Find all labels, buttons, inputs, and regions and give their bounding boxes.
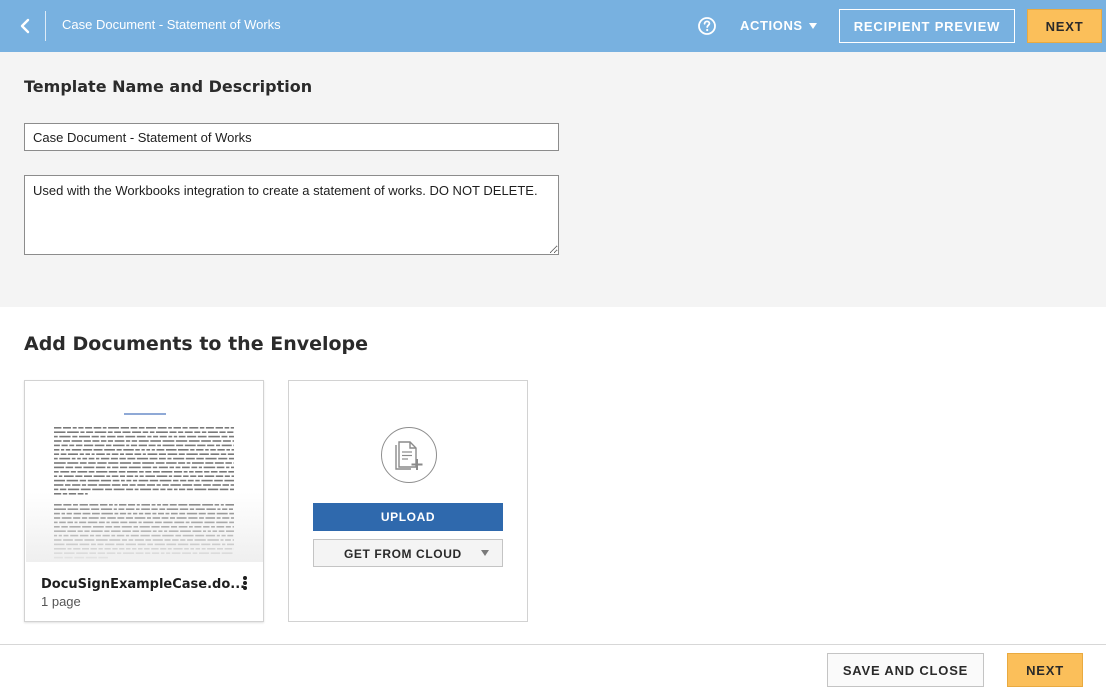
get-from-cloud-button[interactable]: GET FROM CLOUD bbox=[313, 539, 503, 567]
actions-label: ACTIONS bbox=[740, 18, 803, 33]
recipient-preview-button[interactable]: RECIPIENT PREVIEW bbox=[839, 9, 1015, 43]
footer-divider bbox=[0, 644, 1106, 645]
caret-down-icon bbox=[481, 550, 489, 556]
template-details-section: Template Name and Description Used with … bbox=[0, 52, 1106, 307]
document-card[interactable]: DocuSignExampleCase.do... 1 page bbox=[24, 380, 264, 622]
template-name-field[interactable] bbox=[24, 123, 559, 151]
documents-section-heading: Add Documents to the Envelope bbox=[24, 333, 369, 355]
caret-down-icon bbox=[808, 23, 817, 29]
document-name: DocuSignExampleCase.do... bbox=[41, 577, 246, 592]
template-section-heading: Template Name and Description bbox=[24, 77, 313, 96]
next-button-bottom[interactable]: NEXT bbox=[1007, 653, 1083, 687]
save-and-close-button[interactable]: SAVE AND CLOSE bbox=[827, 653, 984, 687]
add-document-icon bbox=[381, 427, 437, 483]
document-thumbnail bbox=[26, 382, 263, 562]
top-bar: Case Document - Statement of Works ACTIO… bbox=[0, 0, 1106, 52]
get-from-cloud-label: GET FROM CLOUD bbox=[344, 547, 462, 561]
question-circle-icon bbox=[698, 17, 716, 35]
kebab-menu-icon[interactable] bbox=[239, 573, 251, 593]
back-button[interactable] bbox=[12, 13, 38, 39]
actions-menu[interactable]: ACTIONS bbox=[740, 18, 817, 33]
document-page-count: 1 page bbox=[41, 594, 81, 609]
upload-card: UPLOAD GET FROM CLOUD bbox=[288, 380, 528, 622]
next-button-top[interactable]: NEXT bbox=[1027, 9, 1102, 43]
header-divider bbox=[45, 11, 46, 41]
upload-button[interactable]: UPLOAD bbox=[313, 503, 503, 531]
chevron-left-icon bbox=[20, 18, 30, 34]
document-title: Case Document - Statement of Works bbox=[62, 17, 281, 32]
template-description-field[interactable]: Used with the Workbooks integration to c… bbox=[24, 175, 559, 255]
help-button[interactable] bbox=[697, 16, 717, 36]
